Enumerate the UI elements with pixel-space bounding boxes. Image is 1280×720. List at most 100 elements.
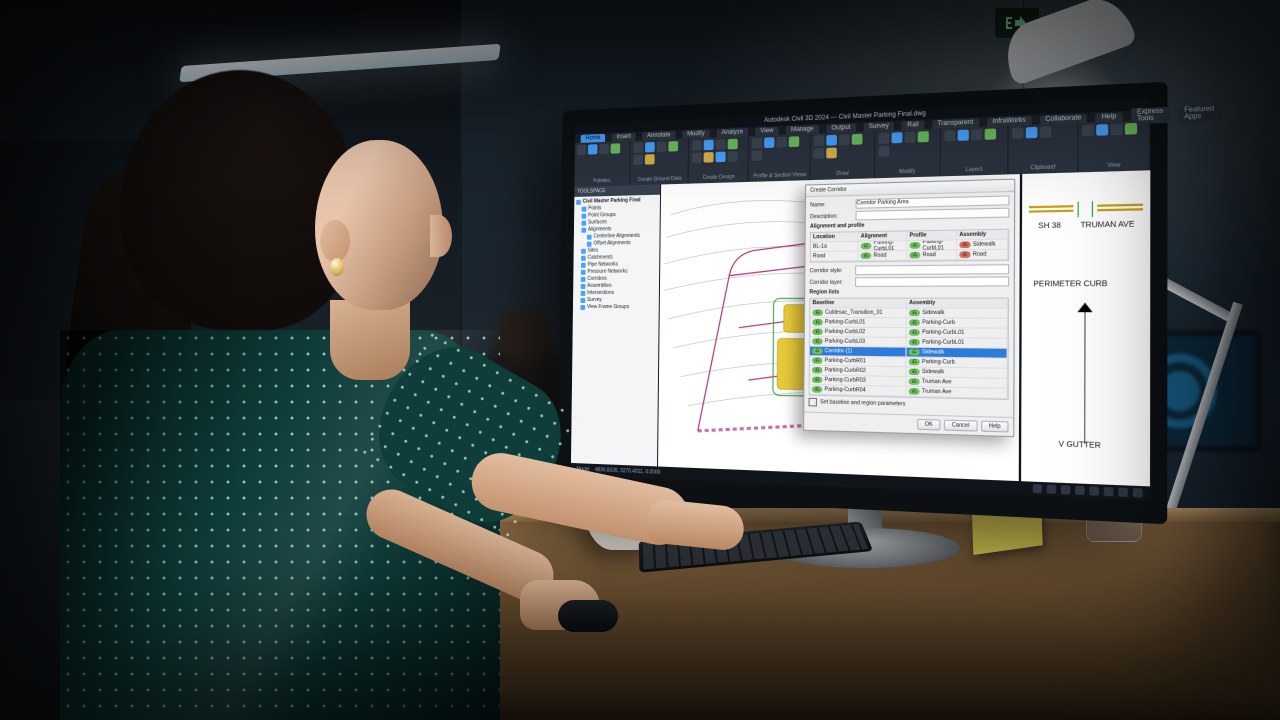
brick-wall bbox=[0, 140, 230, 400]
label-gutter: V GUTTER bbox=[1059, 441, 1101, 450]
ribbon-icon[interactable] bbox=[728, 151, 738, 162]
ribbon-icon[interactable] bbox=[645, 142, 655, 153]
ribbon-icon[interactable] bbox=[716, 139, 726, 150]
ribbon-icon[interactable] bbox=[984, 128, 995, 139]
ribbon-icon[interactable] bbox=[728, 139, 738, 150]
ribbon-icon[interactable] bbox=[852, 134, 863, 145]
ribbon-tab[interactable]: Rail bbox=[902, 120, 924, 130]
ribbon-icon[interactable] bbox=[1012, 127, 1024, 139]
tree-node[interactable]: Intersections bbox=[575, 290, 657, 297]
ribbon-tab[interactable]: View bbox=[755, 126, 778, 135]
ribbon-icon[interactable] bbox=[764, 137, 774, 148]
name-label: Name: bbox=[810, 201, 852, 208]
ribbon-icon[interactable] bbox=[1082, 125, 1094, 137]
ribbon-icon[interactable] bbox=[588, 144, 598, 154]
checkbox-icon[interactable] bbox=[809, 398, 817, 407]
ribbon-icon[interactable] bbox=[668, 141, 678, 152]
monitor: Autodesk Civil 3D 2024 — Civil Master Pa… bbox=[557, 82, 1167, 525]
layer-label: Corridor layer: bbox=[809, 279, 851, 286]
statusbar-icon[interactable] bbox=[1047, 484, 1056, 493]
prospector-tree[interactable]: Civil Master Parking Final PointsPoint G… bbox=[571, 195, 660, 467]
ok-button[interactable]: OK bbox=[917, 419, 941, 431]
ribbon-tab[interactable]: Insert bbox=[612, 132, 636, 141]
ribbon-group[interactable]: Palettes bbox=[574, 141, 630, 187]
ribbon-icon[interactable] bbox=[692, 140, 702, 151]
ribbon-group[interactable]: Create Design bbox=[690, 136, 750, 184]
ribbon-icon[interactable] bbox=[971, 129, 982, 140]
set-baseline-check[interactable]: Set baseline and region parameters bbox=[820, 399, 905, 408]
tree-node[interactable]: Survey bbox=[575, 297, 657, 304]
ribbon-group[interactable]: View bbox=[1079, 120, 1150, 172]
ribbon-icon[interactable] bbox=[692, 152, 702, 163]
statusbar-icon[interactable] bbox=[1075, 486, 1085, 496]
ribbon-icon[interactable] bbox=[814, 148, 825, 159]
ribbon-icon[interactable] bbox=[814, 135, 825, 146]
cancel-button[interactable]: Cancel bbox=[944, 420, 977, 432]
cad-app[interactable]: Autodesk Civil 3D 2024 — Civil Master Pa… bbox=[571, 98, 1151, 500]
ribbon-group[interactable]: Clipboard bbox=[1009, 123, 1078, 174]
ribbon-icon[interactable] bbox=[599, 144, 609, 154]
ribbon-group[interactable]: Layers bbox=[941, 126, 1008, 177]
label-curb: PERIMETER CURB bbox=[1033, 280, 1107, 288]
alignment-grid[interactable]: LocationAlignmentProfileAssemblyBL-1a⎌Pa… bbox=[810, 229, 1010, 263]
ribbon-icon[interactable] bbox=[827, 135, 838, 146]
ribbon-icon[interactable] bbox=[1026, 127, 1038, 139]
ribbon-icon[interactable] bbox=[944, 130, 955, 141]
label-sh38: SH 38 bbox=[1038, 222, 1061, 230]
side-viewport[interactable]: SH 38 TRUMAN AVE PERIMETER CURB V GUTTER bbox=[1019, 170, 1151, 486]
ribbon-group[interactable]: Modify bbox=[876, 128, 941, 178]
ribbon-icon[interactable] bbox=[752, 138, 762, 149]
ribbon-icon[interactable] bbox=[633, 155, 643, 165]
ribbon-icon[interactable] bbox=[891, 132, 902, 143]
ribbon-icon[interactable] bbox=[777, 137, 787, 148]
ribbon-icon[interactable] bbox=[634, 142, 644, 152]
ribbon-icon[interactable] bbox=[878, 133, 889, 144]
statusbar-icon[interactable] bbox=[1133, 488, 1143, 498]
tree-node[interactable]: View Frame Groups bbox=[575, 304, 657, 311]
ribbon-icon[interactable] bbox=[1125, 123, 1137, 135]
ribbon-icon[interactable] bbox=[839, 134, 850, 145]
earring bbox=[330, 258, 344, 276]
ribbon-icon[interactable] bbox=[716, 152, 726, 163]
ribbon-icon[interactable] bbox=[1039, 126, 1051, 138]
style-field[interactable] bbox=[855, 264, 1009, 275]
ribbon-tab[interactable]: Featured Apps bbox=[1178, 104, 1220, 122]
ribbon-group[interactable]: Draw bbox=[812, 131, 875, 180]
ribbon-icon[interactable] bbox=[645, 154, 655, 164]
ribbon-icon[interactable] bbox=[1096, 124, 1108, 136]
ribbon-group[interactable]: Profile & Section Views bbox=[750, 134, 811, 182]
statusbar-icon[interactable] bbox=[1104, 487, 1114, 497]
label-truman: TRUMAN AVE bbox=[1080, 221, 1134, 230]
ribbon-icon[interactable] bbox=[904, 132, 915, 143]
region-grid[interactable]: BaselineAssembly⎌Culdesac_Transition_01⎌… bbox=[809, 298, 1009, 401]
section-region: Region lists bbox=[809, 289, 1009, 296]
scene-root: Autodesk Civil 3D 2024 — Civil Master Pa… bbox=[0, 0, 1280, 720]
statusbar-icon[interactable] bbox=[1089, 486, 1099, 496]
ribbon-icon[interactable] bbox=[1110, 123, 1122, 135]
name-field[interactable]: Corridor Parking Area bbox=[856, 195, 1010, 208]
ribbon-icon[interactable] bbox=[577, 145, 586, 155]
ribbon-icon[interactable] bbox=[657, 141, 667, 152]
statusbar-icon[interactable] bbox=[1118, 487, 1128, 497]
ribbon-icon[interactable] bbox=[611, 143, 621, 153]
ribbon-group[interactable]: Create Ground Data bbox=[631, 139, 689, 186]
ribbon-tab[interactable]: Help bbox=[1096, 112, 1123, 122]
ribbon-icon[interactable] bbox=[704, 140, 714, 151]
ribbon-icon[interactable] bbox=[789, 136, 799, 147]
drawing-canvas[interactable]: Create Corridor Name:Corridor Parking Ar… bbox=[658, 174, 1020, 481]
statusbar-icon[interactable] bbox=[1033, 484, 1042, 493]
ribbon-icon[interactable] bbox=[957, 130, 968, 141]
desc-field[interactable] bbox=[855, 208, 1009, 221]
ribbon-icon[interactable] bbox=[878, 146, 889, 157]
ribbon-icon[interactable] bbox=[917, 131, 928, 142]
ribbon-icon[interactable] bbox=[704, 152, 714, 163]
layout-tab[interactable]: Model bbox=[576, 466, 589, 473]
statusbar-icon[interactable] bbox=[1061, 485, 1070, 494]
layer-field[interactable] bbox=[855, 276, 1009, 287]
ribbon-icon[interactable] bbox=[752, 150, 762, 161]
toolspace-panel[interactable]: TOOLSPACE Civil Master Parking Final Poi… bbox=[571, 184, 661, 466]
style-label: Corridor style: bbox=[810, 267, 852, 274]
help-button[interactable]: Help bbox=[981, 421, 1009, 433]
create-corridor-dialog[interactable]: Create Corridor Name:Corridor Parking Ar… bbox=[803, 179, 1015, 438]
ribbon-icon[interactable] bbox=[827, 147, 838, 158]
